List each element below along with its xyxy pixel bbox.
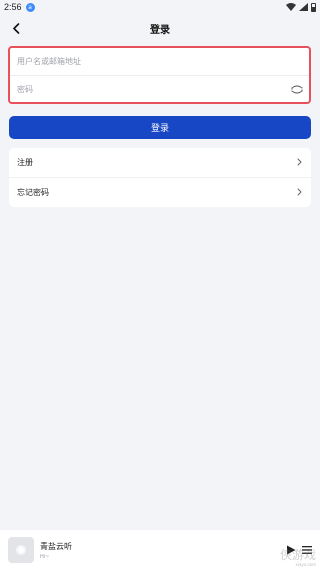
page-title: 登录 xyxy=(150,24,170,36)
username-input[interactable] xyxy=(17,57,302,66)
menu-item-forgot-password[interactable]: 忘记密码 xyxy=(9,177,311,206)
login-button[interactable]: 登录 xyxy=(9,116,311,139)
chevron-right-icon xyxy=(297,158,302,166)
login-form xyxy=(8,46,311,104)
status-bar: 2:56 a xyxy=(0,0,320,14)
menu-item-label: 注册 xyxy=(17,158,33,167)
battery-icon xyxy=(311,2,316,12)
chevron-left-icon xyxy=(13,22,20,34)
menu-item-label: 忘记密码 xyxy=(17,187,49,197)
password-input[interactable] xyxy=(17,84,302,94)
track-title: 青盐云听 xyxy=(40,541,72,551)
mini-player[interactable]: 青盐云听 Hi~ xyxy=(0,530,320,570)
watermark: 侠游戏 xyxy=(279,548,316,562)
track-subtitle: Hi~ xyxy=(40,553,50,560)
track-info: 青盐云听 Hi~ xyxy=(40,541,72,560)
navigation-bar: 登录 xyxy=(0,14,320,42)
wifi-icon xyxy=(286,3,296,11)
username-row xyxy=(10,48,309,75)
signal-icon xyxy=(299,3,308,11)
watermark-url: xiayx.com xyxy=(295,562,316,567)
back-button[interactable] xyxy=(6,18,26,38)
eye-toggle-icon[interactable] xyxy=(291,84,303,95)
login-button-label: 登录 xyxy=(150,124,169,134)
album-art xyxy=(8,537,34,563)
menu-item-register[interactable]: 注册 xyxy=(9,148,311,177)
chevron-right-icon xyxy=(297,188,302,196)
account-menu: 注册 忘记密码 xyxy=(9,148,311,207)
app-notification-icon: a xyxy=(25,2,35,12)
status-time: 2:56 xyxy=(4,2,22,12)
disc-icon xyxy=(16,545,26,555)
status-indicators xyxy=(286,2,316,12)
password-row xyxy=(10,75,309,102)
